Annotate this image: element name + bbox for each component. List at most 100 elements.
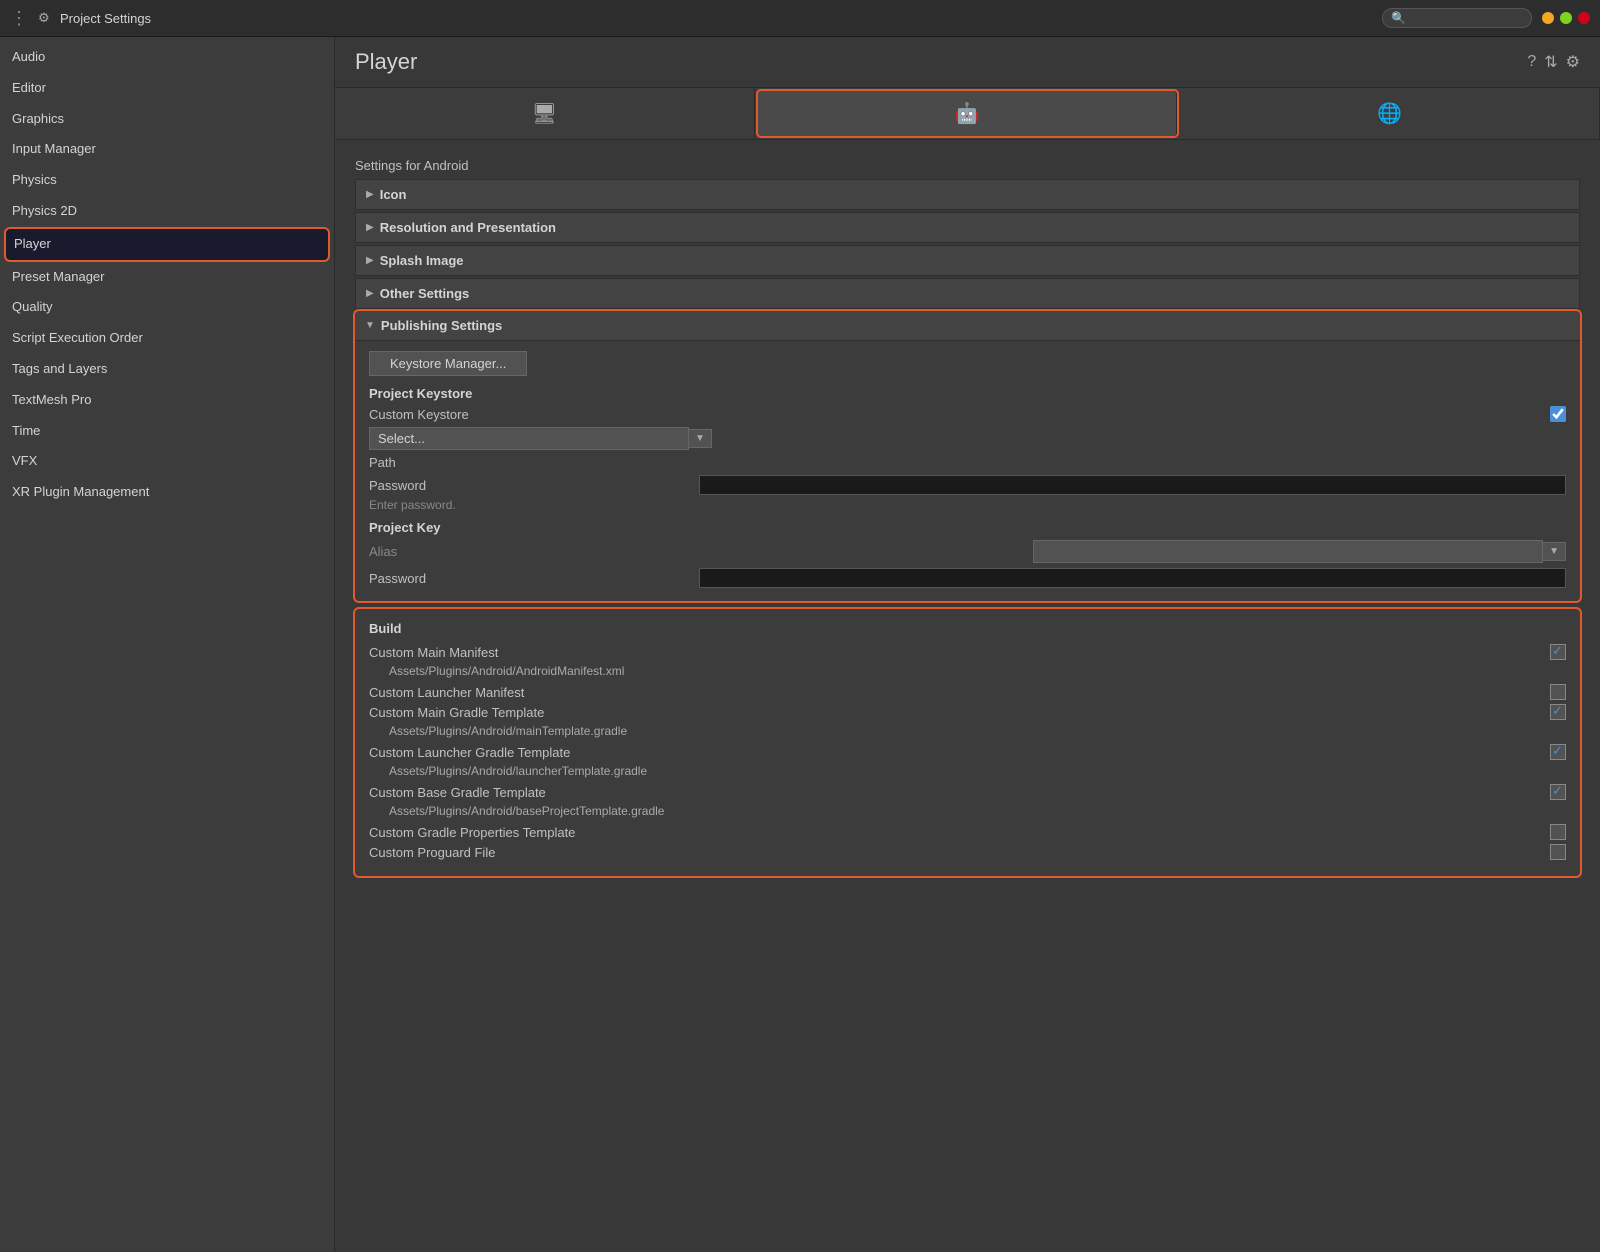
publishing-section: ▼ Publishing Settings Keystore Manager..…	[355, 311, 1580, 601]
titlebar-title: Project Settings	[60, 11, 151, 26]
sidebar-item-physics-2d[interactable]: Physics 2D	[0, 196, 334, 227]
search-icon: 🔍	[1391, 11, 1406, 25]
sidebar-item-vfx[interactable]: VFX	[0, 446, 334, 477]
foldout-other-header[interactable]: ▶ Other Settings	[355, 278, 1580, 309]
sidebar-item-preset-manager[interactable]: Preset Manager	[0, 262, 334, 293]
content-area: Settings for Android ▶ Icon ▶ Resolution…	[335, 140, 1600, 886]
foldout-splash-header[interactable]: ▶ Splash Image	[355, 245, 1580, 276]
sidebar: Audio Editor Graphics Input Manager Phys…	[0, 37, 335, 1252]
menu-dots[interactable]: ⋮	[10, 8, 28, 29]
alias-arrow-icon: ▼	[1543, 542, 1566, 561]
sidebar-item-physics[interactable]: Physics	[0, 165, 334, 196]
web-icon: 🌐	[1377, 101, 1402, 126]
password-row: Password	[369, 475, 1566, 495]
build-title: Build	[369, 621, 1566, 636]
sidebar-item-graphics[interactable]: Graphics	[0, 104, 334, 135]
publishing-content: Keystore Manager... Project Keystore Cus…	[355, 341, 1580, 601]
custom-main-manifest-path: Assets/Plugins/Android/AndroidManifest.x…	[369, 664, 1566, 678]
custom-gradle-props-label: Custom Gradle Properties Template	[369, 825, 1550, 840]
password-input[interactable]	[699, 475, 1566, 495]
custom-main-manifest-checkbox[interactable]	[1550, 644, 1566, 660]
arrow-icon: ▶	[366, 288, 374, 299]
foldout-resolution-label: Resolution and Presentation	[380, 220, 556, 235]
build-custom-main-manifest-row: Custom Main Manifest	[369, 644, 1566, 660]
foldout-other-label: Other Settings	[380, 286, 470, 301]
tab-web[interactable]: 🌐	[1180, 88, 1600, 139]
platform-tabs: 🖥 🤖 🌐	[335, 88, 1600, 140]
sidebar-item-audio[interactable]: Audio	[0, 42, 334, 73]
window-controls	[1542, 12, 1590, 24]
build-custom-launcher-gradle-row: Custom Launcher Gradle Template	[369, 744, 1566, 760]
project-key-label: Project Key	[369, 520, 1566, 535]
settings-icon: ⚙	[38, 10, 54, 26]
foldout-splash: ▶ Splash Image	[355, 245, 1580, 276]
custom-main-gradle-label: Custom Main Gradle Template	[369, 705, 1550, 720]
main-content: Player ? ⇅ ⚙ 🖥 🤖 🌐 Settings for Android	[335, 37, 1600, 1252]
foldout-other: ▶ Other Settings	[355, 278, 1580, 309]
path-label: Path	[369, 455, 1566, 470]
publishing-header[interactable]: ▼ Publishing Settings	[355, 311, 1580, 341]
custom-base-gradle-checkbox[interactable]	[1550, 784, 1566, 800]
path-row: Path	[369, 455, 1566, 470]
key-password-label: Password	[369, 571, 699, 586]
help-icon[interactable]: ?	[1527, 53, 1536, 71]
foldout-resolution-header[interactable]: ▶ Resolution and Presentation	[355, 212, 1580, 243]
sidebar-item-time[interactable]: Time	[0, 416, 334, 447]
page-title: Player	[355, 49, 1527, 75]
build-custom-launcher-manifest-row: Custom Launcher Manifest	[369, 684, 1566, 700]
tab-android[interactable]: 🤖	[758, 91, 1178, 136]
key-password-row: Password	[369, 568, 1566, 588]
arrow-icon: ▶	[366, 222, 374, 233]
foldout-splash-label: Splash Image	[380, 253, 464, 268]
key-password-input[interactable]	[699, 568, 1566, 588]
foldout-resolution: ▶ Resolution and Presentation	[355, 212, 1580, 243]
settings-for-label: Settings for Android	[355, 150, 1580, 179]
arrow-down-icon: ▼	[365, 320, 375, 331]
sidebar-item-textmesh[interactable]: TextMesh Pro	[0, 385, 334, 416]
search-bar[interactable]: 🔍	[1382, 8, 1532, 28]
foldout-icon-header[interactable]: ▶ Icon	[355, 179, 1580, 210]
custom-base-gradle-label: Custom Base Gradle Template	[369, 785, 1550, 800]
build-custom-gradle-props-row: Custom Gradle Properties Template	[369, 824, 1566, 840]
custom-launcher-manifest-checkbox[interactable]	[1550, 684, 1566, 700]
custom-keystore-checkbox[interactable]	[1550, 406, 1566, 422]
tab-desktop[interactable]: 🖥	[335, 88, 755, 139]
build-custom-base-gradle-row: Custom Base Gradle Template	[369, 784, 1566, 800]
sidebar-item-script-execution[interactable]: Script Execution Order	[0, 323, 334, 354]
desktop-icon: 🖥	[532, 101, 557, 126]
alias-label: Alias	[369, 544, 1033, 559]
sidebar-item-quality[interactable]: Quality	[0, 292, 334, 323]
sidebar-item-editor[interactable]: Editor	[0, 73, 334, 104]
custom-keystore-row: Custom Keystore	[369, 406, 1566, 422]
sidebar-item-xr[interactable]: XR Plugin Management	[0, 477, 334, 508]
alias-select[interactable]	[1033, 540, 1543, 563]
foldout-icon-label: Icon	[380, 187, 407, 202]
custom-keystore-label: Custom Keystore	[369, 407, 1550, 422]
publishing-title: Publishing Settings	[381, 318, 502, 333]
gear-icon[interactable]: ⚙	[1566, 52, 1580, 72]
layout-icon[interactable]: ⇅	[1544, 52, 1557, 72]
custom-gradle-props-checkbox[interactable]	[1550, 824, 1566, 840]
maximize-button[interactable]	[1560, 12, 1572, 24]
keystore-manager-button[interactable]: Keystore Manager...	[369, 351, 527, 376]
custom-launcher-gradle-label: Custom Launcher Gradle Template	[369, 745, 1550, 760]
custom-main-gradle-path: Assets/Plugins/Android/mainTemplate.grad…	[369, 724, 1566, 738]
alias-row: Alias ▼	[369, 540, 1566, 563]
build-custom-proguard-row: Custom Proguard File	[369, 844, 1566, 860]
titlebar: ⋮ ⚙ Project Settings 🔍	[0, 0, 1600, 37]
android-icon: 🤖	[955, 101, 980, 126]
minimize-button[interactable]	[1542, 12, 1554, 24]
custom-main-gradle-checkbox[interactable]	[1550, 704, 1566, 720]
sidebar-item-player[interactable]: Player	[6, 229, 328, 260]
sidebar-item-tags-layers[interactable]: Tags and Layers	[0, 354, 334, 385]
custom-launcher-gradle-checkbox[interactable]	[1550, 744, 1566, 760]
player-header: Player ? ⇅ ⚙	[335, 37, 1600, 88]
keystore-select[interactable]: Select...	[369, 427, 689, 450]
arrow-icon: ▶	[366, 255, 374, 266]
arrow-icon: ▶	[366, 189, 374, 200]
keystore-select-row: Select... ▼	[369, 427, 1566, 450]
close-button[interactable]	[1578, 12, 1590, 24]
custom-proguard-checkbox[interactable]	[1550, 844, 1566, 860]
build-section: Build Custom Main Manifest Assets/Plugin…	[355, 609, 1580, 876]
sidebar-item-input-manager[interactable]: Input Manager	[0, 134, 334, 165]
